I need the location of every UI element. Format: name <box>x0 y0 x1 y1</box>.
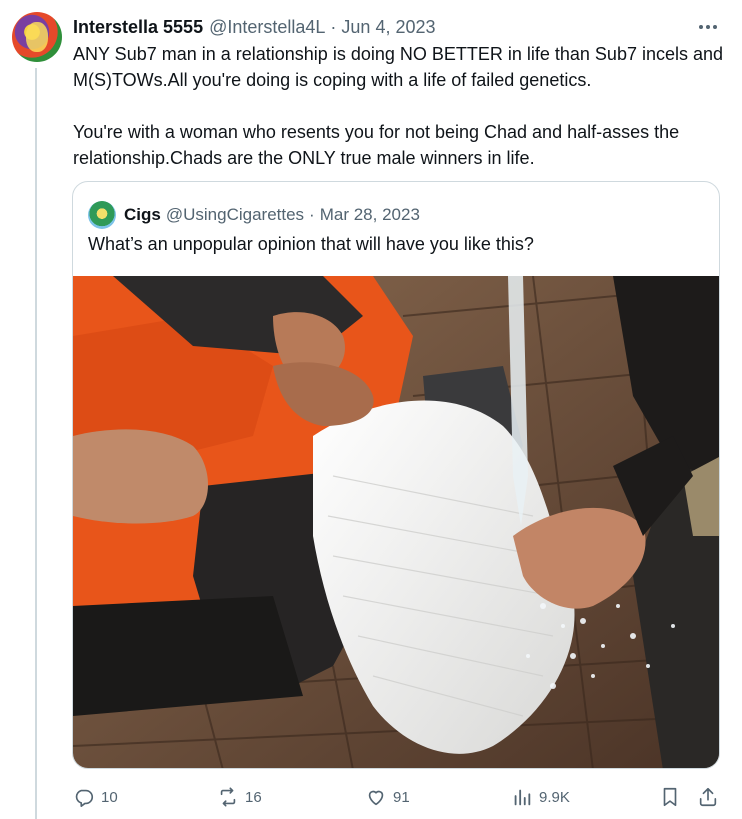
views-chart-icon <box>514 789 531 806</box>
heart-icon <box>368 790 384 806</box>
quoted-header-separator: · <box>309 205 315 224</box>
header-separator: · <box>330 16 337 37</box>
reply-count: 10 <box>101 788 118 806</box>
like-button[interactable]: 91 <box>365 782 410 812</box>
views-button[interactable]: 9.9K <box>511 782 570 812</box>
quoted-tweet-photo[interactable] <box>73 276 719 768</box>
reply-button[interactable]: 10 <box>73 782 118 812</box>
quoted-tweet-text: What’s an unpopular opinion that will ha… <box>88 234 534 254</box>
photo-illustration <box>73 276 719 768</box>
quoted-author-avatar <box>88 201 116 229</box>
quoted-tweet-header: Cigs @UsingCigarettes · Mar 28, 2023 <box>88 201 420 229</box>
tweet-paragraph: ANY Sub7 man in a relationship is doing … <box>73 44 724 90</box>
tweet-paragraph: You're with a woman who resents you for … <box>73 122 680 168</box>
share-button[interactable] <box>697 782 719 812</box>
quoted-tweet-card[interactable]: Cigs @UsingCigarettes · Mar 28, 2023 Wha… <box>72 181 720 769</box>
quoted-author-handle: @UsingCigarettes <box>165 205 305 224</box>
author-avatar[interactable] <box>12 12 62 62</box>
bookmark-icon <box>663 787 677 807</box>
bookmark-button[interactable] <box>659 782 681 812</box>
thread-connector-line <box>35 68 37 819</box>
reply-icon <box>75 789 94 807</box>
retweet-count: 16 <box>245 788 262 806</box>
tweet-action-bar: 10 16 91 9.9K <box>73 782 723 812</box>
share-icon <box>699 787 717 807</box>
author-display-name[interactable]: Interstella 5555 <box>73 17 203 38</box>
retweet-icon <box>220 787 236 807</box>
views-count: 9.9K <box>539 788 570 806</box>
like-count: 91 <box>393 788 410 806</box>
author-handle[interactable]: @Interstella4L <box>209 17 325 38</box>
quoted-author-display-name: Cigs <box>124 205 161 224</box>
quoted-tweet-date: Mar 28, 2023 <box>319 205 420 224</box>
tweet-text: ANY Sub7 man in a relationship is doing … <box>73 41 733 171</box>
ellipsis-icon[interactable] <box>694 15 722 39</box>
tweet-header: Interstella 5555 @Interstella4L · Jun 4,… <box>73 15 722 39</box>
retweet-button[interactable]: 16 <box>217 782 262 812</box>
tweet-date[interactable]: Jun 4, 2023 <box>341 17 435 38</box>
